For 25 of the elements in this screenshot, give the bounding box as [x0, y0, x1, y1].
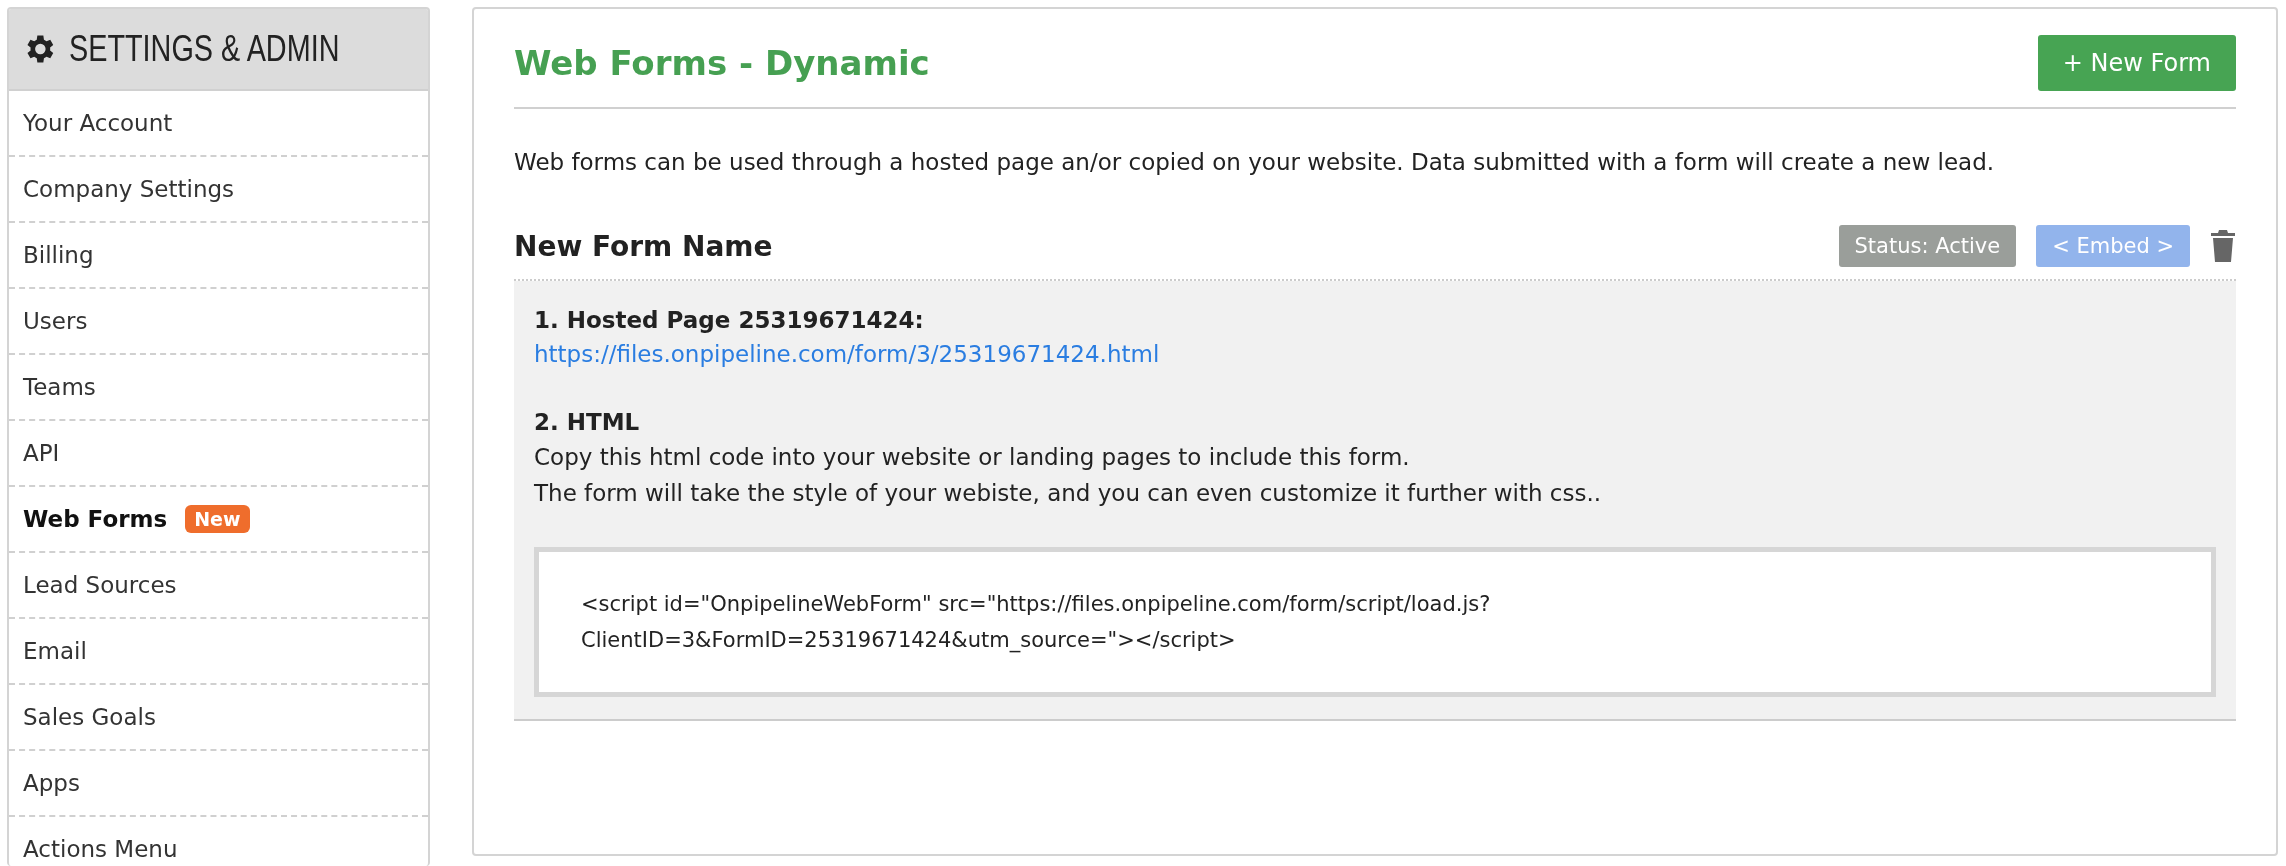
sidebar-item[interactable]: Billing: [23, 242, 94, 268]
instruction-text: Copy this html code into your website or landing pages to include this form.: [534, 443, 1411, 472]
intro-text: Web forms can be used through a hosted page an/or copied on your website. Data submitted with a form will create a new lead.: [514, 149, 1996, 175]
hosted-page-heading: 1. Hosted Page 25319671424:: [534, 306, 925, 335]
sidebar-item[interactable]: Your Account: [23, 110, 173, 136]
sidebar-item[interactable]: Lead Sources: [23, 572, 177, 598]
code-line: ClientID=3&FormID=25319671424&utm_source="></script>: [581, 627, 1237, 655]
sidebar-item[interactable]: Teams: [23, 374, 96, 400]
html-heading: 2. HTML: [534, 408, 641, 437]
sidebar-item[interactable]: Sales Goals: [23, 704, 156, 730]
sidebar-item[interactable]: Apps: [23, 770, 80, 796]
new-badge: New: [185, 505, 250, 533]
sidebar-item[interactable]: Web Forms: [23, 506, 168, 532]
sidebar-item[interactable]: Email: [23, 638, 87, 664]
sidebar-item[interactable]: Company Settings: [23, 176, 235, 202]
sidebar-item[interactable]: Users: [23, 308, 88, 334]
sidebar-title: SETTINGS & ADMIN: [69, 28, 340, 70]
sidebar-item[interactable]: Actions Menu: [23, 836, 178, 862]
sidebar-item[interactable]: API: [23, 440, 60, 466]
instruction-text: The form will take the style of your webiste, and you can even customize it further with css..: [534, 479, 1603, 508]
hosted-page-link[interactable]: https://files.onpipeline.com/form/3/25319671424.html: [534, 341, 1160, 367]
trash-icon[interactable]: [2210, 230, 2236, 262]
code-line: <script id="OnpipelineWebForm" src="https://files.onpipeline.com/form/script/load.js?: [581, 591, 1492, 618]
form-name: New Form Name: [514, 229, 773, 263]
page-title: Web Forms - Dynamic: [514, 43, 930, 83]
